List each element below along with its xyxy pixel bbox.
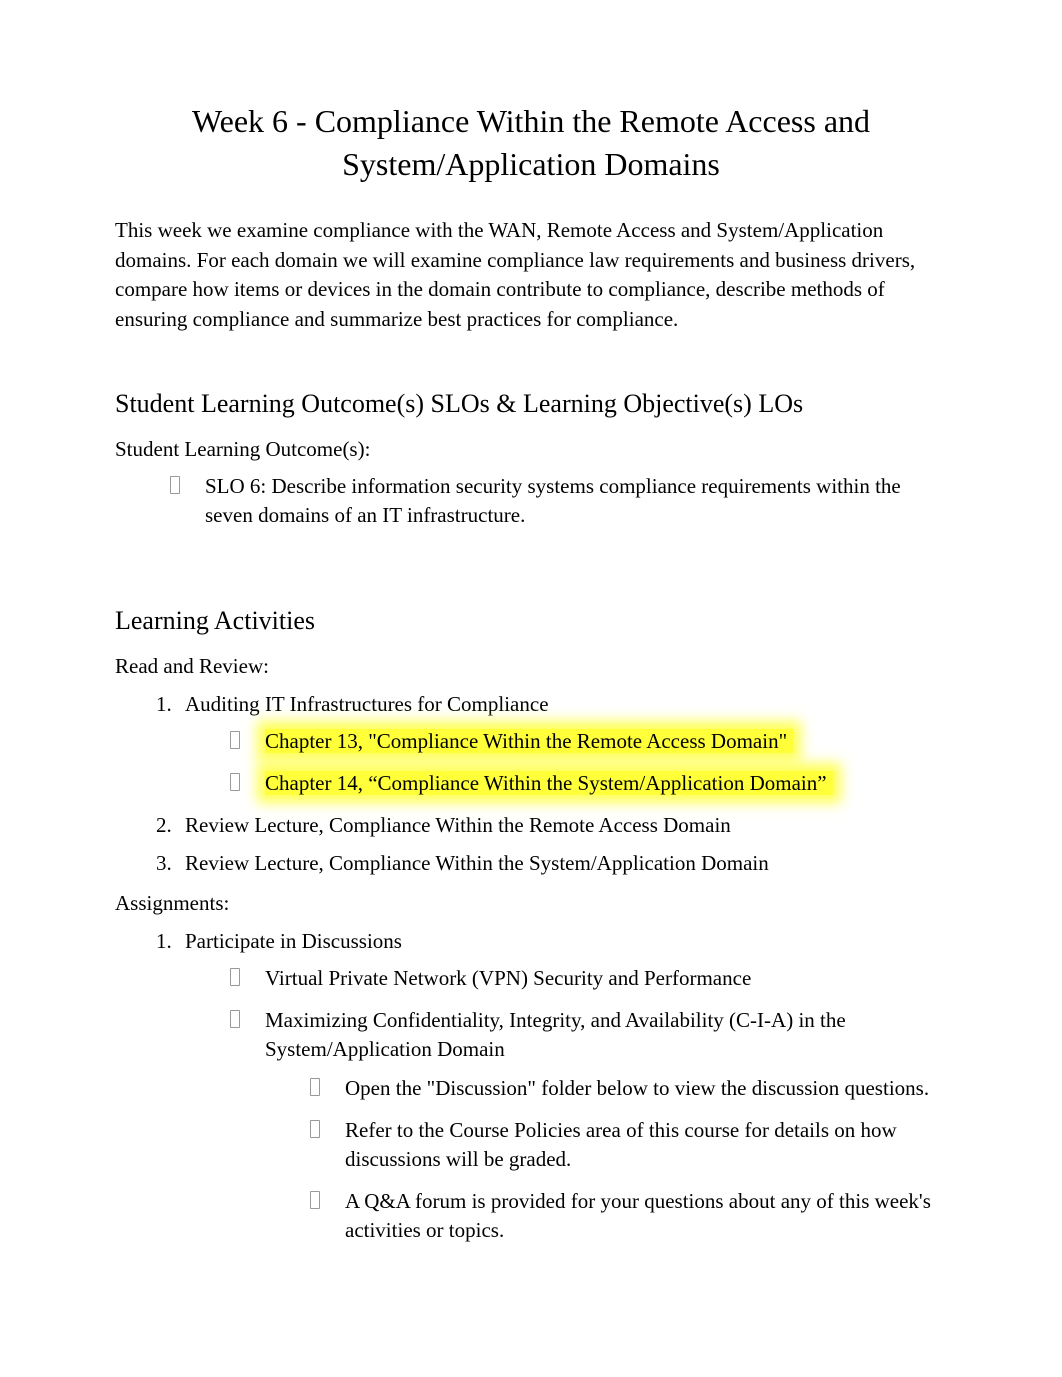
intro-paragraph: This week we examine compliance with the… [115,216,947,334]
list-item: SLO 6: Describe information security sys… [170,472,947,531]
slo-label: Student Learning Outcome(s): [115,437,947,462]
list-item: Review Lecture, Compliance Within the Sy… [177,848,947,878]
highlighted-text: Chapter 14, “Compliance Within the Syste… [265,771,833,795]
list-item: Chapter 13, "Compliance Within the Remot… [230,727,947,756]
assignments-list: Participate in Discussions Virtual Priva… [115,926,947,1246]
slo-list: SLO 6: Describe information security sys… [115,472,947,531]
list-item: Virtual Private Network (VPN) Security a… [230,964,947,993]
list-item: Review Lecture, Compliance Within the Re… [177,810,947,840]
list-item: Chapter 14, “Compliance Within the Syste… [230,769,947,798]
chapter-list: Chapter 13, "Compliance Within the Remot… [185,727,947,798]
list-item: Open the "Discussion" folder below to vi… [310,1074,947,1103]
discussion-topics-list: Virtual Private Network (VPN) Security a… [185,964,947,1245]
list-item: Refer to the Course Policies area of thi… [310,1116,947,1175]
highlighted-text: Chapter 13, "Compliance Within the Remot… [265,729,793,753]
page-title: Week 6 - Compliance Within the Remote Ac… [115,100,947,186]
list-item-text: Maximizing Confidentiality, Integrity, a… [265,1008,846,1061]
assignments-label: Assignments: [115,891,947,916]
list-item: Participate in Discussions Virtual Priva… [177,926,947,1246]
document-page: Week 6 - Compliance Within the Remote Ac… [0,0,1062,1337]
read-review-label: Read and Review: [115,654,947,679]
list-item: A Q&A forum is provided for your questio… [310,1187,947,1246]
discussion-notes-list: Open the "Discussion" folder below to vi… [265,1074,947,1245]
learning-activities-heading: Learning Activities [115,606,947,636]
list-item: Auditing IT Infrastructures for Complian… [177,689,947,798]
slo-heading: Student Learning Outcome(s) SLOs & Learn… [115,389,947,419]
read-review-list: Auditing IT Infrastructures for Complian… [115,689,947,879]
list-item-text: Participate in Discussions [185,929,402,953]
list-item: Maximizing Confidentiality, Integrity, a… [230,1006,947,1246]
list-item-text: Auditing IT Infrastructures for Complian… [185,692,549,716]
